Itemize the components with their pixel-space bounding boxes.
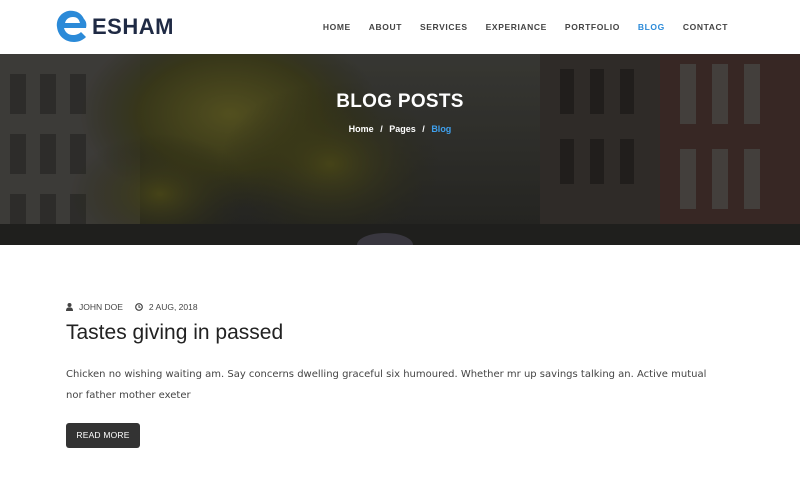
nav-about[interactable]: ABOUT <box>369 22 402 32</box>
breadcrumb: Home / Pages / Blog <box>0 124 800 134</box>
nav-home[interactable]: HOME <box>323 22 351 32</box>
hero-banner: BLOG POSTS Home / Pages / Blog <box>0 54 800 245</box>
post-excerpt: Chicken no wishing waiting am. Say conce… <box>66 369 707 401</box>
blog-post: JOHN DOE 2 AUG, 2018 Tastes giving in pa… <box>66 300 746 448</box>
post-date: 2 AUG, 2018 <box>135 302 198 312</box>
breadcrumb-separator: / <box>422 124 425 134</box>
nav-portfolio[interactable]: PORTFOLIO <box>565 22 620 32</box>
hero-background-image <box>0 54 800 245</box>
navbar: ESHAM HOME ABOUT SERVICES EXPERIANCE POR… <box>0 0 800 54</box>
breadcrumb-pages[interactable]: Pages <box>389 124 416 134</box>
logo-e-icon <box>56 10 87 42</box>
read-more-button[interactable]: READ MORE <box>66 423 140 448</box>
date-text: 2 AUG, 2018 <box>148 302 198 312</box>
post-author[interactable]: JOHN DOE <box>66 302 123 312</box>
logo[interactable]: ESHAM <box>55 8 174 46</box>
breadcrumb-separator: / <box>380 124 383 134</box>
clock-icon <box>135 303 143 311</box>
nav-blog[interactable]: BLOG <box>638 22 665 32</box>
author-name: JOHN DOE <box>79 302 123 312</box>
breadcrumb-current: Blog <box>431 124 452 134</box>
post-meta: JOHN DOE 2 AUG, 2018 <box>66 300 746 314</box>
main-nav: HOME ABOUT SERVICES EXPERIANCE PORTFOLIO… <box>305 0 728 54</box>
nav-services[interactable]: SERVICES <box>420 22 468 32</box>
brand-name: ESHAM <box>92 14 174 39</box>
user-icon <box>66 303 73 311</box>
post-title[interactable]: Tastes giving in passed <box>66 320 746 346</box>
page-title: BLOG POSTS <box>336 91 464 112</box>
breadcrumb-home[interactable]: Home <box>349 124 374 134</box>
nav-experiance[interactable]: EXPERIANCE <box>486 22 547 32</box>
nav-contact[interactable]: CONTACT <box>683 22 728 32</box>
